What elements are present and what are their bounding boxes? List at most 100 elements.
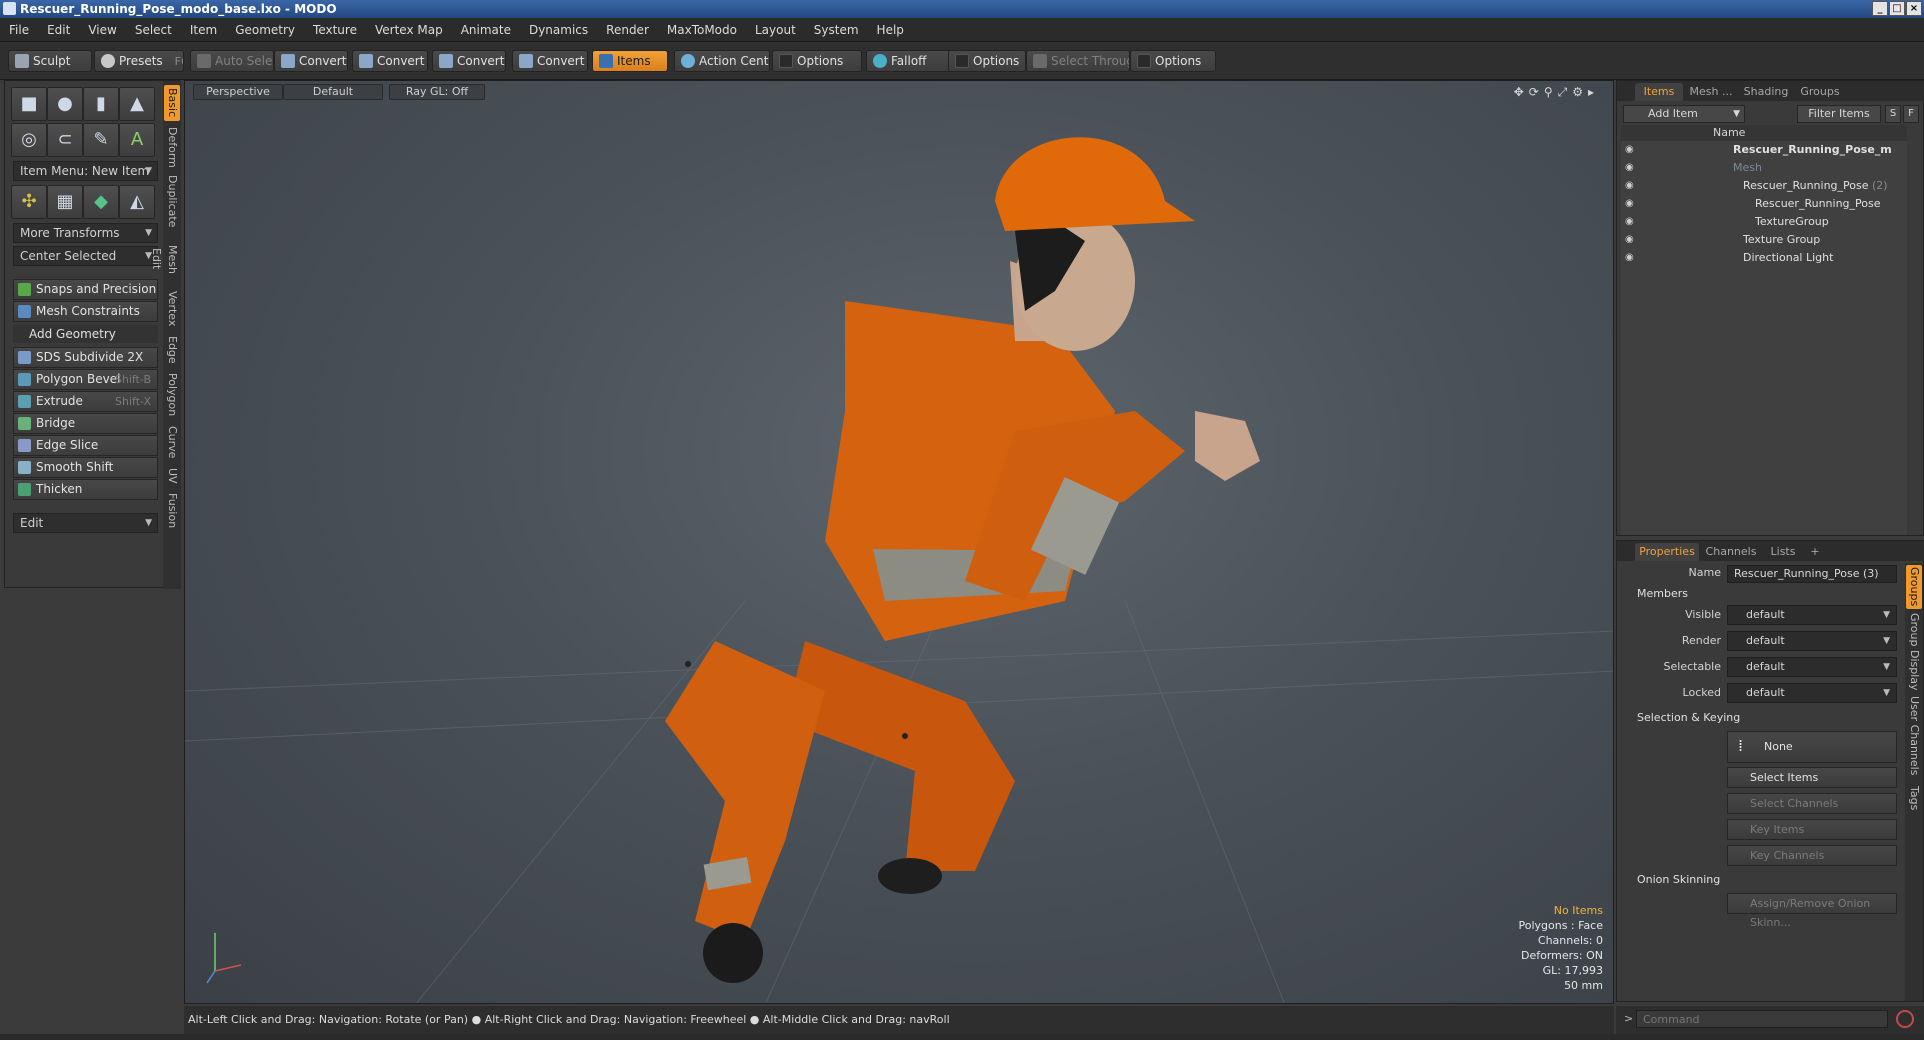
- menu-maxtomodo[interactable]: MaxToModo: [658, 18, 746, 42]
- visible-dropdown[interactable]: default ▼: [1727, 605, 1897, 625]
- convert-button-1[interactable]: Convert: [274, 50, 348, 72]
- menu-view[interactable]: View: [79, 18, 125, 42]
- presets-button[interactable]: PresetsF6: [94, 50, 184, 72]
- rotate-button[interactable]: ◆: [83, 185, 119, 219]
- menu-item[interactable]: Item: [181, 18, 226, 42]
- select-through-button[interactable]: Select Through: [1026, 50, 1130, 72]
- transform-button[interactable]: ✣: [11, 185, 47, 219]
- key-channels-button[interactable]: Key Channels: [1727, 845, 1897, 866]
- menu-help[interactable]: Help: [868, 18, 913, 42]
- options-button-1[interactable]: Options: [772, 50, 862, 72]
- tab-basic[interactable]: Basic: [164, 85, 180, 121]
- maximize-button[interactable]: □: [1889, 1, 1905, 16]
- visibility-eye-icon[interactable]: ◉: [1625, 180, 1637, 192]
- convert-button-4[interactable]: Convert: [512, 50, 588, 72]
- tab-fusion[interactable]: Fusion: [164, 491, 180, 531]
- more-transforms-dropdown[interactable]: More Transforms ▼: [13, 223, 158, 243]
- menu-edit[interactable]: Edit: [38, 18, 79, 42]
- capsule-primitive-button[interactable]: ⊂: [47, 123, 83, 157]
- item-row-group[interactable]: ◉ Rescuer_Running_Pose (2): [1621, 177, 1907, 195]
- polygon-bevel-button[interactable]: Polygon Bevel Shift-B: [13, 369, 158, 390]
- key-items-button[interactable]: Key Items: [1727, 819, 1897, 840]
- sphere-primitive-button[interactable]: ●: [47, 87, 83, 121]
- sds-subdivide-button[interactable]: SDS Subdivide 2X: [13, 347, 158, 368]
- thicken-button[interactable]: Thicken: [13, 479, 158, 500]
- s-toggle-button[interactable]: S: [1885, 105, 1901, 123]
- snaps-precision-button[interactable]: Snaps and Precision: [13, 279, 158, 300]
- mesh-constraints-button[interactable]: Mesh Constraints: [13, 301, 158, 322]
- tab-tags[interactable]: Tags: [1906, 781, 1922, 815]
- viewport-nav-icons[interactable]: ✥⟳⚲⤢⚙▸: [1514, 85, 1599, 100]
- none-button[interactable]: ⁞ None: [1727, 731, 1897, 763]
- pen-tool-button[interactable]: ✎: [83, 123, 119, 157]
- tab-curve[interactable]: Curve: [164, 423, 180, 461]
- tab-duplicate[interactable]: Duplicate: [164, 173, 180, 229]
- cube-primitive-button[interactable]: ■: [11, 87, 47, 121]
- tab-user-channels[interactable]: User Channels: [1906, 695, 1922, 777]
- menu-vertex-map[interactable]: Vertex Map: [366, 18, 452, 42]
- tab-groups[interactable]: Groups: [1795, 83, 1845, 101]
- tab-shading[interactable]: Shading: [1739, 83, 1793, 101]
- view-type-button[interactable]: Perspective: [193, 84, 283, 100]
- options-button-2[interactable]: Options: [948, 50, 1026, 72]
- item-row-mesh[interactable]: ◉ Mesh: [1621, 159, 1907, 177]
- cylinder-primitive-button[interactable]: ▮: [83, 87, 119, 121]
- selection-keying-section[interactable]: Selection & Keying: [1621, 709, 1911, 727]
- edge-slice-button[interactable]: Edge Slice: [13, 435, 158, 456]
- tab-mesh-edit[interactable]: Mesh Edit: [150, 233, 180, 285]
- select-channels-button[interactable]: Select Channels: [1727, 793, 1897, 814]
- item-row-directional-light[interactable]: ◉ Directional Light: [1621, 249, 1907, 267]
- 3d-viewport[interactable]: Perspective Default Ray GL: Off ✥⟳⚲⤢⚙▸ N…: [184, 80, 1614, 1004]
- items-mode-button[interactable]: Items: [592, 50, 668, 72]
- action-center-button[interactable]: Action Center: [674, 50, 770, 72]
- center-selected-dropdown[interactable]: Center Selected ▼: [13, 246, 158, 266]
- cone-primitive-button[interactable]: ▲: [119, 87, 155, 121]
- visibility-eye-icon[interactable]: ◉: [1625, 216, 1637, 228]
- group-name-field[interactable]: Rescuer_Running_Pose (3): [1727, 565, 1897, 583]
- visibility-eye-icon[interactable]: ◉: [1625, 144, 1637, 156]
- tab-group-display[interactable]: Group Display: [1906, 613, 1922, 691]
- convert-button-3[interactable]: Convert: [432, 50, 506, 72]
- shading-mode-button[interactable]: Default: [283, 84, 383, 100]
- assign-remove-onion-button[interactable]: Assign/Remove Onion Skinn...: [1727, 893, 1897, 929]
- torus-primitive-button[interactable]: ◎: [11, 123, 47, 157]
- tab-deform[interactable]: Deform: [164, 125, 180, 169]
- tab-groups-side[interactable]: Groups: [1906, 565, 1922, 609]
- menu-render[interactable]: Render: [597, 18, 658, 42]
- tab-edge[interactable]: Edge: [164, 333, 180, 367]
- tab-channels[interactable]: Channels: [1703, 543, 1759, 561]
- menu-file[interactable]: File: [0, 18, 38, 42]
- sculpt-button[interactable]: Sculpt: [8, 50, 92, 72]
- select-items-button[interactable]: Select Items: [1727, 767, 1897, 788]
- selectable-dropdown[interactable]: default ▼: [1727, 657, 1897, 677]
- tab-mesh[interactable]: Mesh ...: [1685, 83, 1737, 101]
- tab-lists[interactable]: Lists: [1763, 543, 1803, 561]
- tab-items[interactable]: Items: [1635, 83, 1683, 101]
- item-row-texturegroup[interactable]: ◉ TextureGroup: [1621, 213, 1907, 231]
- tab-uv[interactable]: UV: [164, 465, 180, 487]
- visibility-eye-icon[interactable]: ◉: [1625, 234, 1637, 246]
- edit-dropdown[interactable]: Edit ▼: [13, 513, 158, 533]
- visibility-eye-icon[interactable]: ◉: [1625, 252, 1637, 264]
- visibility-eye-icon[interactable]: ◉: [1625, 198, 1637, 210]
- convert-button-2[interactable]: Convert: [352, 50, 428, 72]
- menu-animate[interactable]: Animate: [452, 18, 520, 42]
- menu-dynamics[interactable]: Dynamics: [520, 18, 597, 42]
- minimize-button[interactable]: _: [1872, 1, 1888, 16]
- grid-button[interactable]: ▦: [47, 185, 83, 219]
- item-menu-dropdown[interactable]: Item Menu: New Item ▼: [13, 161, 158, 181]
- raygl-button[interactable]: Ray GL: Off: [389, 84, 485, 100]
- bridge-button[interactable]: Bridge: [13, 413, 158, 434]
- add-tab-button[interactable]: +: [1807, 543, 1823, 561]
- command-input[interactable]: [1636, 1010, 1888, 1028]
- auto-select-button[interactable]: Auto Select: [190, 50, 274, 72]
- close-button[interactable]: ×: [1906, 1, 1922, 16]
- item-row-scene[interactable]: ◉ Rescuer_Running_Pose_m: [1621, 141, 1907, 159]
- add-item-button[interactable]: Add Item ▼: [1623, 105, 1745, 123]
- menu-texture[interactable]: Texture: [304, 18, 366, 42]
- menu-layout[interactable]: Layout: [746, 18, 805, 42]
- menu-geometry[interactable]: Geometry: [226, 18, 304, 42]
- scale-button[interactable]: ◭: [119, 185, 155, 219]
- locked-dropdown[interactable]: default ▼: [1727, 683, 1897, 703]
- options-button-3[interactable]: Options: [1130, 50, 1216, 72]
